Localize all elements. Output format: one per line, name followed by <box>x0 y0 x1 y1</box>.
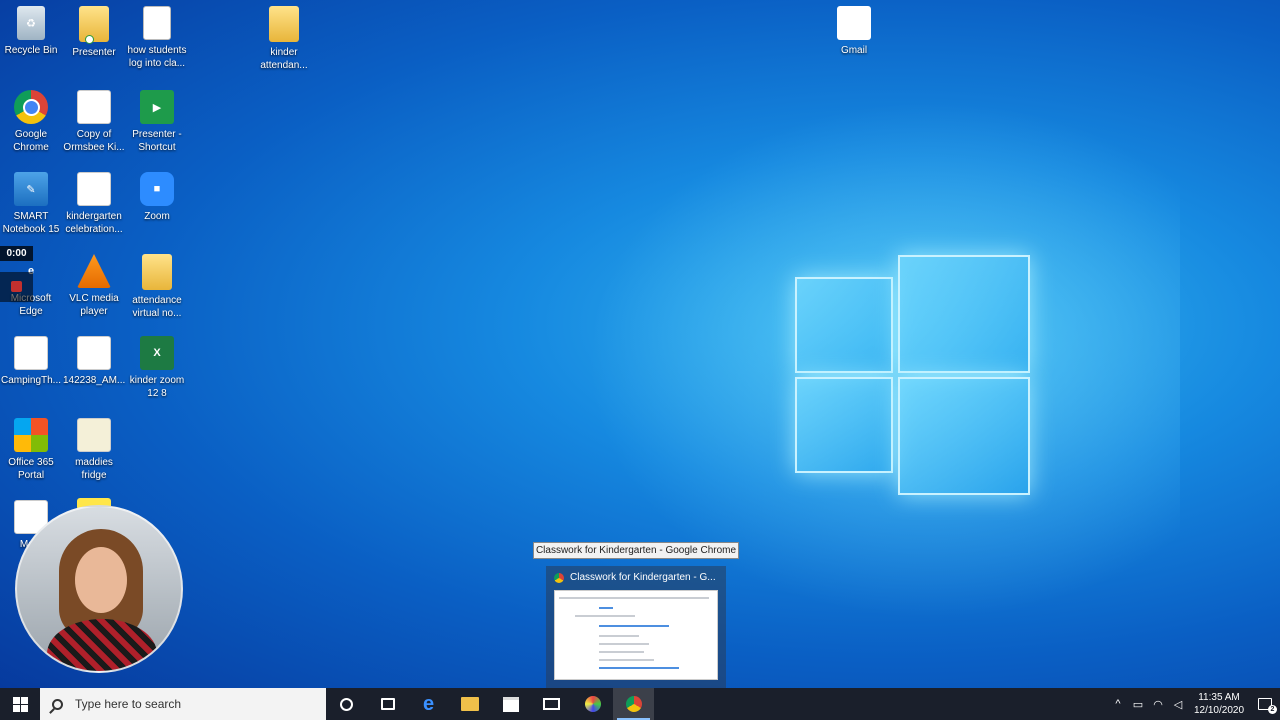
chrome-window-preview[interactable]: Classwork for Kindergarten - G... <box>546 566 726 688</box>
fridge-image-icon <box>77 418 111 452</box>
desktop-icon-vlc[interactable]: VLC media player <box>63 254 125 318</box>
task-view-icon <box>380 698 395 710</box>
desktop-icon-presenter[interactable]: Presenter <box>63 6 125 59</box>
taskbar-edge[interactable]: e <box>408 688 449 720</box>
desktop-icon-maddies-fridge[interactable]: maddies fridge <box>63 418 125 482</box>
clock-date: 12/10/2020 <box>1193 705 1245 716</box>
cortana-button[interactable] <box>326 688 367 720</box>
search-icon <box>52 698 63 710</box>
desktop-icon-camping[interactable]: PDF CampingTh... <box>0 336 62 387</box>
folder-icon <box>269 6 299 42</box>
pdf-icon: PDF <box>77 90 111 124</box>
vlc-cone-icon <box>77 254 111 288</box>
taskbar-tooltip: Classwork for Kindergarten - Google Chro… <box>533 542 739 559</box>
desktop-icon-how-students[interactable]: how students log into cla... <box>126 6 188 70</box>
cortana-icon <box>340 697 353 711</box>
notification-count: 2 <box>1268 705 1277 714</box>
mail-icon <box>543 698 560 710</box>
wifi-icon[interactable]: ◠ <box>1148 698 1168 711</box>
presenter-icon: ▶ <box>140 90 174 124</box>
desktop-icon-gmail[interactable]: e Gmail <box>823 6 885 57</box>
chrome-icon <box>554 573 564 583</box>
start-button[interactable] <box>0 688 40 720</box>
desktop-icon-kinder-attendance[interactable]: kinder attendan... <box>253 6 315 72</box>
taskbar-search[interactable]: Type here to search <box>40 688 326 720</box>
chrome-icon <box>14 90 48 124</box>
action-center-button[interactable]: 2 <box>1250 698 1280 714</box>
search-placeholder: Type here to search <box>75 697 182 711</box>
paint-icon <box>584 696 601 712</box>
pdf-icon: PDF <box>77 172 111 206</box>
folder-icon <box>460 697 479 711</box>
edge-icon: e <box>422 692 435 715</box>
taskbar: Type here to search e ^ ▭ ◠ ◁ 11:35 AM 1… <box>0 688 1280 720</box>
clock-time: 11:35 AM <box>1198 692 1240 703</box>
pdf-icon: PDF <box>77 336 111 370</box>
excel-icon: X <box>140 336 174 370</box>
recording-timer: 0:00 <box>0 246 33 261</box>
desktop-icon-google-chrome[interactable]: Google Chrome <box>0 90 62 154</box>
folder-icon <box>142 254 172 290</box>
system-tray: ^ ▭ ◠ ◁ 11:35 AM 12/10/2020 2 <box>1108 688 1280 720</box>
desktop-icon-copy-ormsbee[interactable]: PDF Copy of Ormsbee Ki... <box>63 90 125 154</box>
desktop-icon-office365[interactable]: Office 365 Portal <box>0 418 62 482</box>
task-view-button[interactable] <box>367 688 408 720</box>
desktop-icon-kindergarten-celebration[interactable]: PDF kindergarten celebration... <box>63 172 125 236</box>
recycle-bin-icon: ♻ <box>17 6 45 40</box>
office-icon <box>14 418 48 452</box>
windows-logo-wallpaper <box>795 255 1030 495</box>
chevron-up-icon[interactable]: ^ <box>1108 698 1128 710</box>
taskbar-paint[interactable] <box>572 688 613 720</box>
folder-icon <box>79 6 109 44</box>
desktop-icon-recycle-bin[interactable]: ♻ Recycle Bin <box>0 6 62 57</box>
store-icon <box>502 696 519 712</box>
taskbar-mail[interactable] <box>531 688 572 720</box>
smart-notebook-icon: ✎ <box>14 172 48 206</box>
clock[interactable]: 11:35 AM 12/10/2020 <box>1188 691 1250 717</box>
recording-controls <box>0 272 33 302</box>
volume-icon[interactable]: ◁ <box>1168 698 1188 711</box>
notification-icon: 2 <box>1258 698 1277 714</box>
desktop-icon-attendance-virtual[interactable]: attendance virtual no... <box>126 254 188 320</box>
taskbar-store[interactable] <box>490 688 531 720</box>
desktop-icon-142238[interactable]: PDF 142238_AM... <box>63 336 125 387</box>
desktop-icon-zoom[interactable]: ■ Zoom <box>126 172 188 223</box>
webcam-overlay <box>15 505 183 673</box>
windows-icon <box>12 696 28 712</box>
edge-shortcut-icon: e <box>837 6 871 40</box>
taskbar-chrome[interactable] <box>613 688 654 720</box>
pdf-icon: PDF <box>14 336 48 370</box>
preview-title: Classwork for Kindergarten - G... <box>570 572 716 583</box>
zoom-camera-icon: ■ <box>140 172 174 206</box>
taskbar-file-explorer[interactable] <box>449 688 490 720</box>
preview-thumbnail[interactable] <box>554 590 718 680</box>
battery-icon[interactable]: ▭ <box>1128 698 1148 711</box>
document-icon <box>143 6 171 40</box>
desktop-icon-smart-notebook[interactable]: ✎ SMART Notebook 15 <box>0 172 62 236</box>
desktop-icon-presenter-shortcut[interactable]: ▶ Presenter - Shortcut <box>126 90 188 154</box>
desktop-icon-kinder-zoom[interactable]: X kinder zoom 12 8 <box>126 336 188 400</box>
chrome-icon <box>625 696 642 712</box>
stop-record-button[interactable] <box>11 281 22 292</box>
